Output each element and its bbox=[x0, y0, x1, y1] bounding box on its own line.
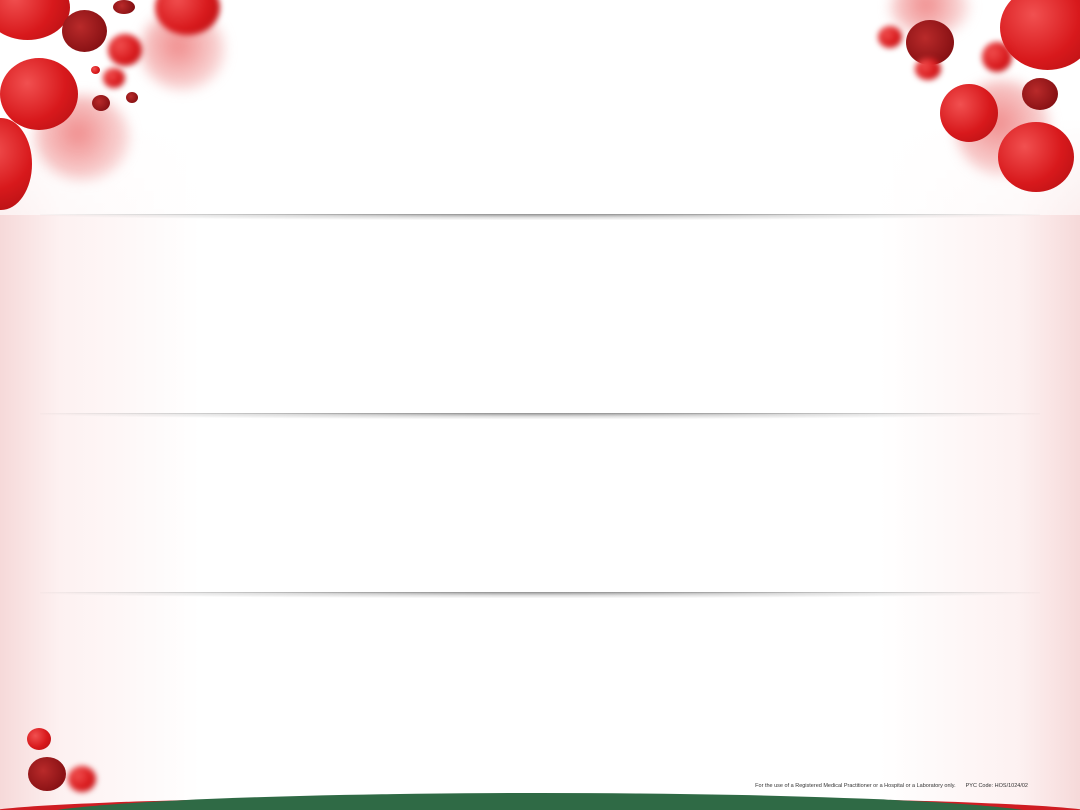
slide-background: For the use of a Registered Medical Prac… bbox=[0, 0, 1080, 810]
footer-green-band bbox=[30, 793, 1050, 810]
footer-disclaimer: For the use of a Registered Medical Prac… bbox=[755, 783, 956, 789]
divider-2 bbox=[40, 413, 1040, 419]
footer-code: PYC Code: HOS/1024/02 bbox=[965, 783, 1028, 789]
divider-1 bbox=[40, 214, 1040, 220]
footer-text: For the use of a Registered Medical Prac… bbox=[755, 783, 1028, 789]
divider-3 bbox=[40, 592, 1040, 598]
